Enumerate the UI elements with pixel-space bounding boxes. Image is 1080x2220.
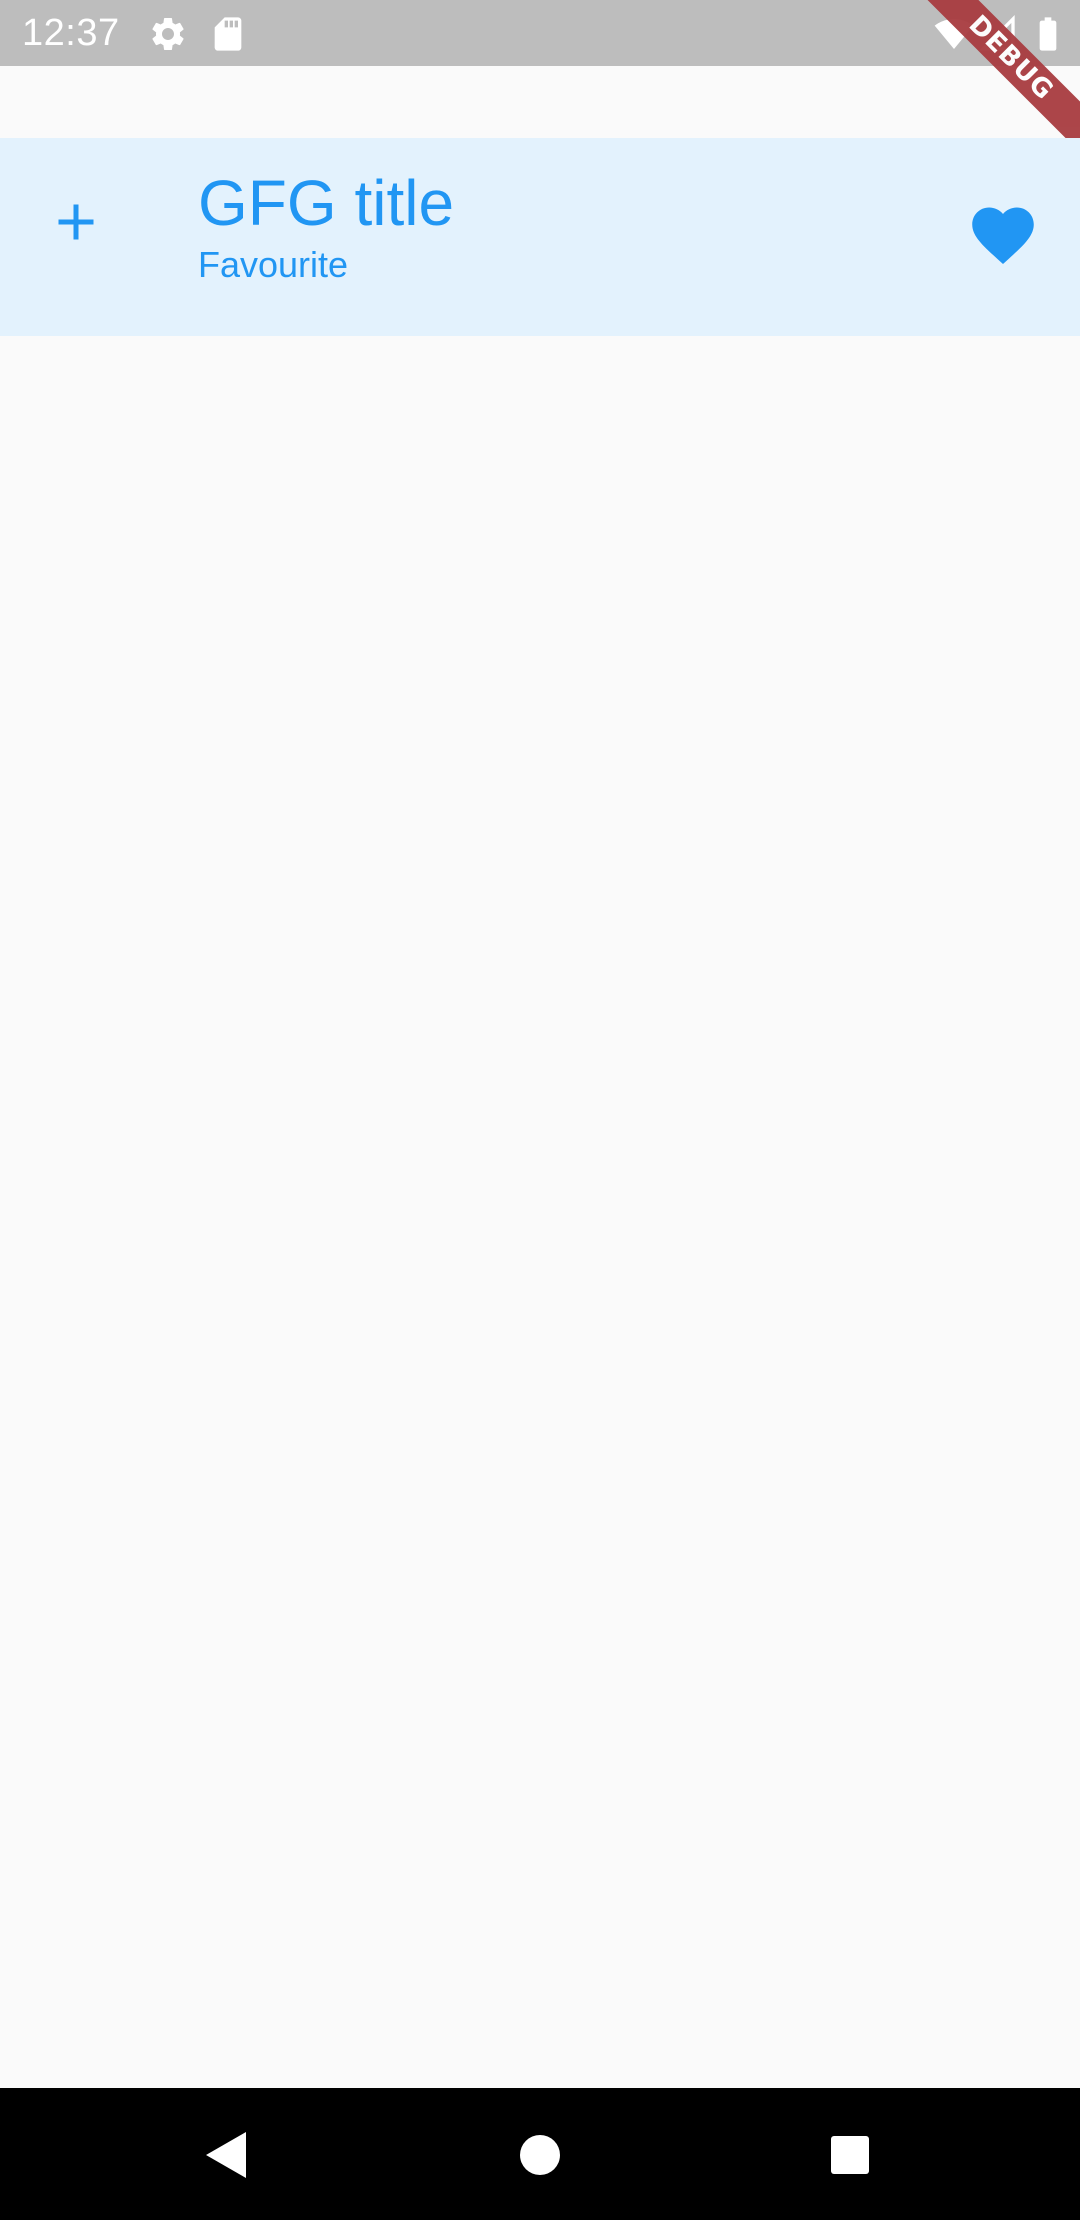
status-bar: 12:37 <box>0 0 1080 66</box>
gear-icon <box>148 14 188 54</box>
tile-subtitle: Favourite <box>198 244 349 285</box>
tile-title: GFG title <box>198 167 455 239</box>
home-icon[interactable] <box>513 2128 567 2182</box>
sd-card-icon <box>208 14 248 54</box>
list-tile[interactable]: GFG title Favourite <box>0 138 1080 336</box>
signal-icon <box>978 14 1018 54</box>
add-icon[interactable] <box>46 192 106 252</box>
status-time: 12:37 <box>22 12 120 54</box>
navigation-bar <box>0 2088 1080 2220</box>
wifi-icon <box>934 14 974 54</box>
back-icon[interactable] <box>200 2128 254 2182</box>
heart-icon[interactable] <box>970 206 1036 266</box>
recents-icon[interactable] <box>823 2128 877 2182</box>
battery-icon <box>1028 14 1068 54</box>
